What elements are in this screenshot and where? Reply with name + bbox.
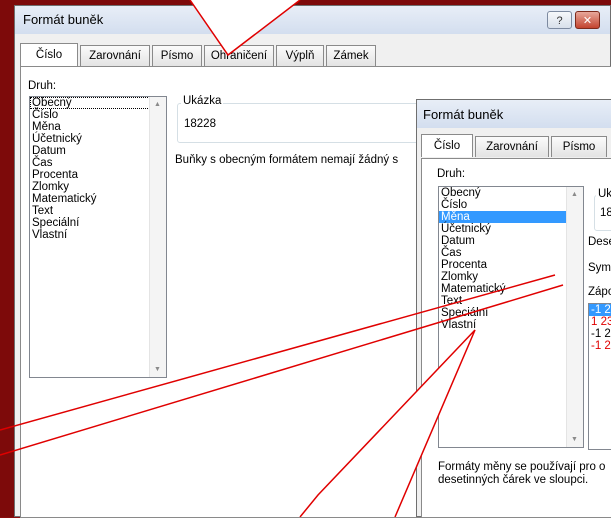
category-item[interactable]: Matematický xyxy=(439,283,583,295)
scroll-down-icon[interactable]: ▼ xyxy=(571,436,578,443)
category-item[interactable]: Číslo xyxy=(439,199,583,211)
dialog-title: Formát buněk xyxy=(423,107,504,122)
decimal-places-label: Dese xyxy=(588,236,611,248)
help-button[interactable]: ? xyxy=(547,11,572,29)
general-format-description: Buňky s obecným formátem nemají žádný s xyxy=(175,154,399,166)
category-item[interactable]: Vlastní xyxy=(30,229,166,241)
tab-cislo[interactable]: Číslo xyxy=(421,134,473,157)
dialog-title-bar: Formát buněk ? ✕ xyxy=(15,6,610,34)
category-item[interactable]: Vlastní xyxy=(439,319,583,331)
currency-format-description-line2: desetinných čárek ve sloupci. xyxy=(438,474,589,486)
category-item[interactable]: Text xyxy=(439,295,583,307)
number-tab-panel: Druh: Obecný Číslo Měna Účetnický Datum … xyxy=(421,158,611,518)
tab-pismo[interactable]: Písmo xyxy=(551,136,607,157)
category-item[interactable]: Obecný xyxy=(30,97,166,109)
category-item[interactable]: Zlomky xyxy=(439,271,583,283)
category-scrollbar[interactable]: ▲ ▼ xyxy=(149,97,166,377)
dialog-title: Formát buněk xyxy=(23,12,104,27)
category-label: Druh: xyxy=(28,80,57,92)
negative-format-item[interactable]: 1 23 xyxy=(589,316,611,328)
tab-ohraniceni[interactable]: Ohraničení xyxy=(204,45,274,66)
category-item[interactable]: Zlomky xyxy=(30,181,166,193)
tab-zarovnani[interactable]: Zarovnání xyxy=(475,136,549,157)
tab-vypln[interactable]: Výplň xyxy=(276,45,324,66)
negative-numbers-list[interactable]: -1 2 1 23 -1 2 -1 2 xyxy=(588,303,611,450)
dialog-title-bar: Formát buněk xyxy=(417,100,611,128)
tab-zarovnani[interactable]: Zarovnání xyxy=(80,45,150,66)
tab-pismo[interactable]: Písmo xyxy=(152,45,202,66)
tab-cislo[interactable]: Číslo xyxy=(20,43,78,66)
category-item[interactable]: Účetnický xyxy=(439,223,583,235)
sample-label: Ukázka xyxy=(181,95,224,107)
category-item[interactable]: Datum xyxy=(439,235,583,247)
format-cells-dialog-currency: Formát buněk Číslo Zarovnání Písmo Druh:… xyxy=(416,99,611,518)
category-item[interactable]: Obecný xyxy=(439,187,583,199)
category-item[interactable]: Procenta xyxy=(30,169,166,181)
currency-format-description-line1: Formáty měny se používají pro o xyxy=(438,461,606,473)
category-item[interactable]: Speciální xyxy=(439,307,583,319)
negative-format-item[interactable]: -1 2 xyxy=(589,304,611,316)
category-item[interactable]: Datum xyxy=(30,145,166,157)
sample-value: 18228 xyxy=(184,118,216,130)
category-item[interactable]: Speciální xyxy=(30,217,166,229)
category-item[interactable]: Čas xyxy=(30,157,166,169)
category-item[interactable]: Čas xyxy=(439,247,583,259)
category-item[interactable]: Text xyxy=(30,205,166,217)
negative-format-item[interactable]: -1 2 xyxy=(589,340,611,352)
category-scrollbar[interactable]: ▲ ▼ xyxy=(566,187,583,447)
scroll-up-icon[interactable]: ▲ xyxy=(571,191,578,198)
category-item[interactable]: Účetnický xyxy=(30,133,166,145)
tab-zamek[interactable]: Zámek xyxy=(326,45,376,66)
scroll-up-icon[interactable]: ▲ xyxy=(154,101,161,108)
category-item-selected[interactable]: Měna xyxy=(439,211,583,223)
category-list[interactable]: Obecný Číslo Měna Účetnický Datum Čas Pr… xyxy=(438,186,584,448)
category-item[interactable]: Procenta xyxy=(439,259,583,271)
category-item[interactable]: Číslo xyxy=(30,109,166,121)
negative-numbers-label: Zápo xyxy=(588,286,611,298)
negative-format-item[interactable]: -1 2 xyxy=(589,328,611,340)
category-list[interactable]: Obecný Číslo Měna Účetnický Datum Čas Pr… xyxy=(29,96,167,378)
category-item[interactable]: Matematický xyxy=(30,193,166,205)
symbol-label: Symb xyxy=(588,262,611,274)
scroll-down-icon[interactable]: ▼ xyxy=(154,366,161,373)
close-button[interactable]: ✕ xyxy=(575,11,600,29)
category-label: Druh: xyxy=(437,168,466,180)
sample-label: Uká xyxy=(596,188,611,200)
category-item[interactable]: Měna xyxy=(30,121,166,133)
sample-value: 18 xyxy=(600,207,611,219)
